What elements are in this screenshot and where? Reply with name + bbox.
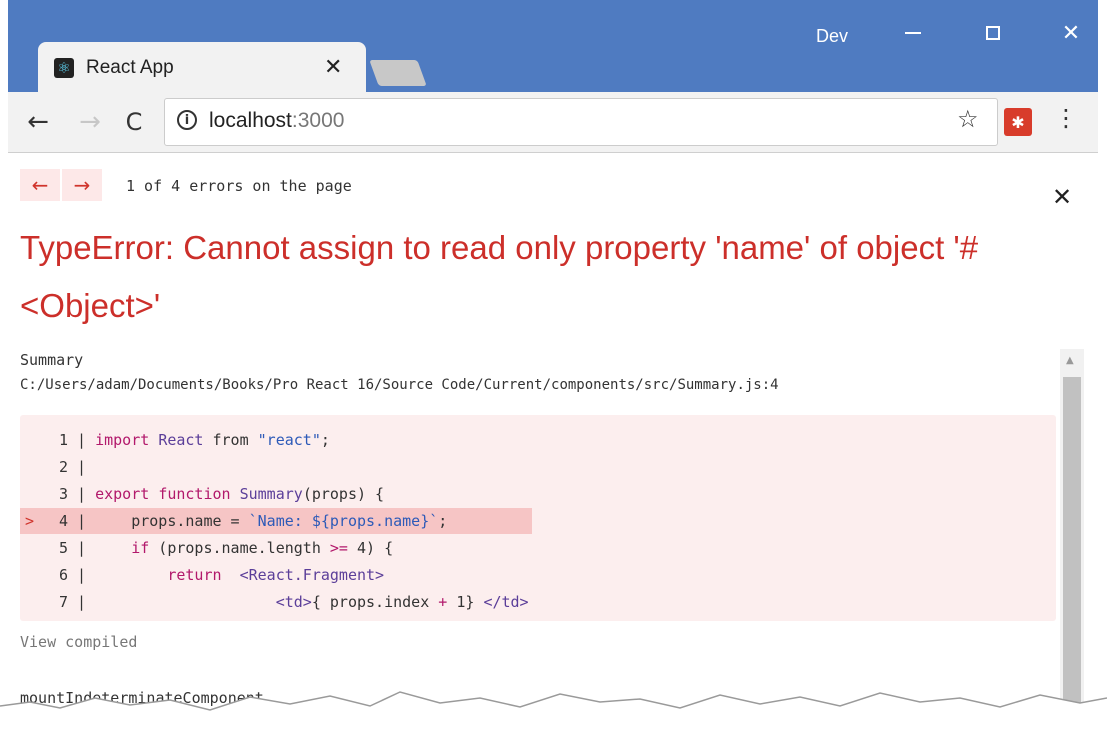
code-line-highlighted: >4 | props.name = `Name: ${props.name}`; (20, 508, 532, 534)
gutter-separator: | (68, 512, 96, 530)
stack-frame-path[interactable]: ...s/adam/Doc.../Pro Reac (148, 713, 359, 729)
code-token: props.name = (95, 512, 249, 530)
url-text[interactable]: localhost:3000 (209, 109, 344, 133)
code-token: return (167, 566, 222, 584)
line-number: 3 (58, 485, 68, 503)
gutter-separator: | (68, 485, 96, 503)
code-line: 1 | import React from "react"; (20, 427, 330, 453)
code-token: if (131, 539, 150, 557)
vertical-scrollbar[interactable]: ▲ (1060, 349, 1084, 731)
tab-react-app[interactable]: ⚛ React App ✕ (38, 42, 366, 94)
code-token: `Name: ${props.name}` (248, 512, 439, 530)
new-tab-button[interactable] (369, 60, 427, 86)
gutter-separator: | (68, 593, 96, 611)
code-token: function (158, 485, 231, 503)
tab-close-icon[interactable]: ✕ (324, 55, 342, 80)
code-token: React (158, 431, 204, 449)
minimize-icon[interactable] (886, 14, 940, 52)
line-number: 4 (58, 512, 68, 530)
error-count: 1 of 4 errors on the page (126, 177, 352, 195)
code-token: "react" (257, 431, 321, 449)
code-line: 3 | export function Summary(props) { (20, 481, 384, 507)
overlay-close-icon[interactable]: ✕ (1052, 183, 1072, 211)
bookmark-star-icon[interactable]: ☆ (957, 105, 979, 133)
scroll-thumb[interactable] (1063, 377, 1081, 731)
code-token: <td> (275, 593, 312, 611)
url-port: :3000 (291, 109, 345, 132)
gutter-separator: | (68, 566, 96, 584)
window-titlebar: ⚛ React App ✕ Dev ✕ (8, 0, 1098, 94)
gutter-separator: | (68, 539, 96, 557)
tab-title: React App (86, 57, 174, 78)
line-number: 5 (58, 539, 68, 557)
code-token: { props.index (311, 593, 439, 611)
code-token: export (95, 485, 150, 503)
error-navigation: ← → (20, 169, 104, 201)
react-logo-icon: ⚛ (54, 58, 74, 78)
line-number: 7 (58, 593, 68, 611)
line-number: 1 (58, 431, 68, 449)
back-arrow-icon[interactable]: ← (20, 102, 56, 142)
info-icon[interactable]: i (177, 110, 197, 130)
code-token: + (438, 593, 448, 611)
reload-icon[interactable]: C (116, 102, 152, 142)
maximize-icon[interactable] (966, 14, 1020, 52)
error-title: TypeError: Cannot assign to read only pr… (20, 229, 979, 324)
more-menu-icon[interactable]: ⋮ (1054, 104, 1078, 132)
previous-error-button[interactable]: ← (20, 169, 60, 201)
stack-frame-function: Summary (20, 351, 84, 369)
profile-label[interactable]: Dev (816, 26, 848, 47)
next-error-button[interactable]: → (62, 169, 102, 201)
page-content: ← → 1 of 4 errors on the page ✕ TypeError… (8, 153, 1098, 731)
code-token: </td> (483, 593, 529, 611)
code-token: import (95, 431, 150, 449)
gutter-separator: | (68, 431, 96, 449)
code-line: 7 | <td>{ props.index + 1} </td> (20, 589, 529, 615)
code-token: ; (320, 431, 330, 449)
code-snippet: 1 | import React from "react"; 2 | 3 | ex… (20, 415, 1056, 621)
code-token: (props) { (302, 485, 385, 503)
browser-toolbar: ← → C i localhost:3000 ☆ ✱ ⋮ (8, 92, 1098, 153)
line-number: 2 (58, 458, 68, 476)
code-token: from (203, 431, 258, 449)
code-token: ; (438, 512, 448, 530)
view-compiled-link[interactable]: View compiled (20, 633, 137, 651)
error-line-marker: > (24, 512, 34, 530)
scroll-up-icon[interactable]: ▲ (1066, 355, 1074, 366)
stack-frame-function: mountIndeterminateComponent (20, 689, 264, 707)
code-token: Summary (239, 485, 303, 503)
gutter-separator: | (68, 458, 96, 476)
url-host: localhost (209, 109, 292, 132)
forward-arrow-icon[interactable]: → (72, 102, 108, 142)
extension-icon[interactable]: ✱ (1004, 108, 1032, 136)
code-line: 5 | if (props.name.length >= 4) { (20, 535, 393, 561)
close-icon[interactable]: ✕ (1044, 14, 1098, 52)
code-token: <React.Fragment> (239, 566, 385, 584)
line-number: 6 (58, 566, 68, 584)
code-token: 1} (447, 593, 484, 611)
code-line: 6 | return <React.Fragment> (20, 562, 384, 588)
code-token: 4) { (347, 539, 394, 557)
stack-frame-path[interactable]: C:/Users/adam/Documents/Books/Pro React … (20, 377, 779, 393)
code-token: (props.name.length (149, 539, 330, 557)
code-token: >= (329, 539, 348, 557)
address-bar[interactable]: i localhost:3000 ☆ (164, 98, 998, 146)
code-line: 2 | (20, 454, 95, 480)
